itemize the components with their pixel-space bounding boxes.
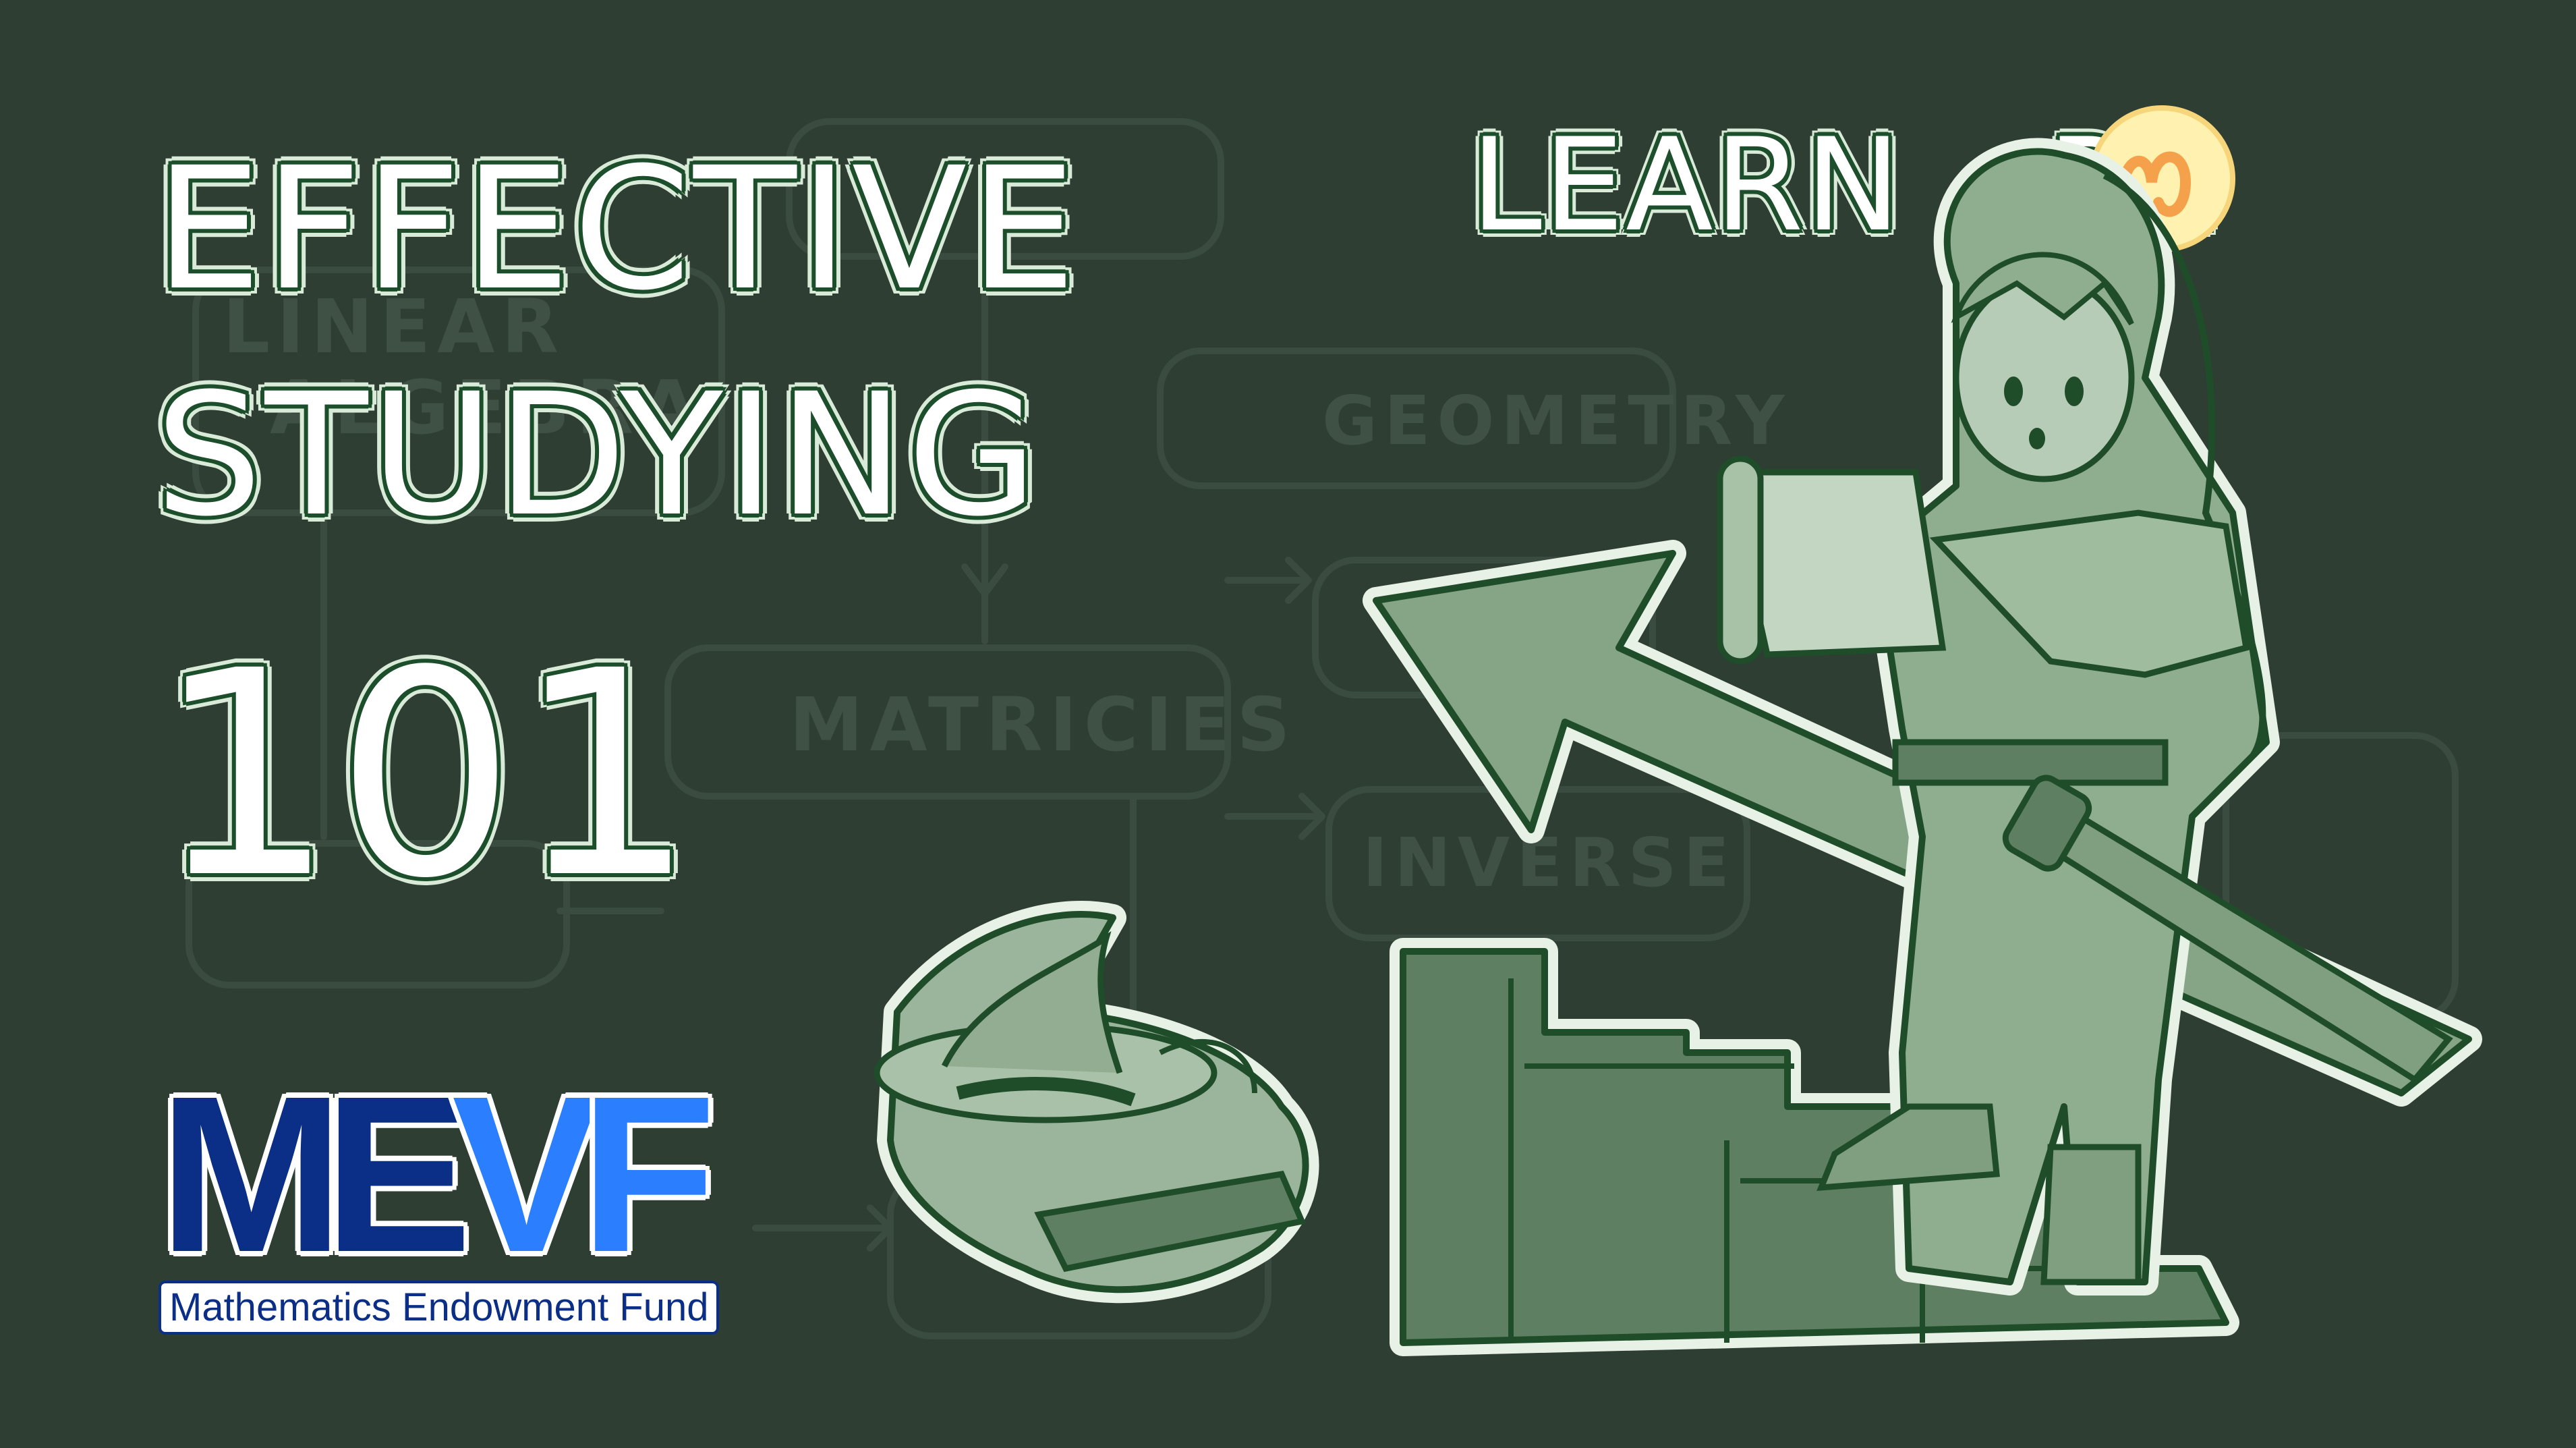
illustration <box>874 138 2482 1356</box>
thumbnail-canvas: LINEAR ALGEBRA GEOMETRY MATRICIES INVERS… <box>0 0 2576 1448</box>
wizard-character-illustration <box>874 901 1319 1304</box>
